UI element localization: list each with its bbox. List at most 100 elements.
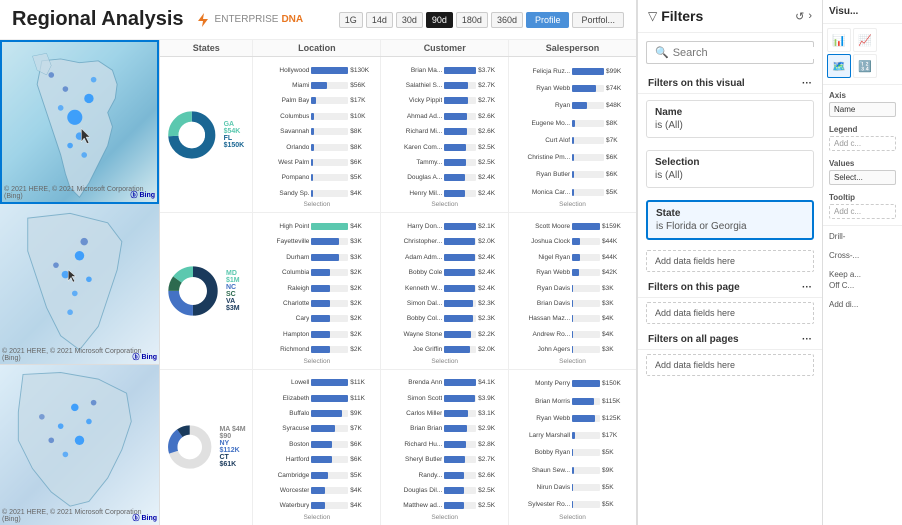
bing-logo-2: ⓑ Bing bbox=[133, 352, 158, 362]
time-btn-14d[interactable]: 14d bbox=[366, 12, 393, 28]
bing-logo-3: ⓑ Bing bbox=[133, 513, 158, 523]
legend-label: Legend bbox=[829, 125, 896, 134]
filters-on-page-title: Filters on this page ··· bbox=[638, 276, 822, 298]
legend-field[interactable]: Add c... bbox=[829, 136, 896, 151]
visual-panel-header: Visu... bbox=[823, 0, 902, 24]
florida-map-svg bbox=[2, 42, 157, 202]
dna-label: DNA bbox=[281, 14, 303, 25]
lightning-icon bbox=[194, 11, 212, 29]
states-chart-2: MD $1M NC SC VA $3M bbox=[160, 213, 253, 368]
visual-legend-section: Legend Add c... bbox=[823, 121, 902, 155]
view-btn-profile[interactable]: Profile bbox=[526, 12, 570, 28]
filters-visual-menu[interactable]: ··· bbox=[802, 78, 812, 89]
donut-legend-3: MA $4M $90 NY $112K CT $61K bbox=[219, 426, 246, 468]
tooltip-label: Tooltip bbox=[829, 193, 896, 202]
filters-panel: ▽ Filters ↺ › 🔍 Filters on this visual ·… bbox=[637, 0, 822, 525]
time-btn-90d[interactable]: 90d bbox=[426, 12, 453, 28]
map-panel-newengland[interactable]: © 2021 HERE, © 2021 Microsoft Corporatio… bbox=[0, 365, 159, 525]
time-btn-180d[interactable]: 180d bbox=[456, 12, 488, 28]
filter-selection-title: Selection bbox=[655, 157, 805, 168]
tooltip-field[interactable]: Add c... bbox=[829, 204, 896, 219]
location-chart-3: Lowell$11K Elizabeth$11K Buffalo$9K Syra… bbox=[253, 370, 381, 525]
values-label: Values bbox=[829, 159, 896, 168]
visual-add-section: Add di... bbox=[823, 296, 902, 313]
clear-filters-button[interactable]: ↺ bbox=[795, 10, 804, 23]
axis-label: Axis bbox=[829, 91, 896, 100]
filter-name-value: is (All) bbox=[655, 120, 805, 131]
add-all-pages-fields-button[interactable]: Add data fields here bbox=[646, 354, 814, 376]
filters-header: ▽ Filters ↺ › bbox=[638, 0, 822, 33]
customer-chart-2: Harry Don...$2.1K Christopher...$2.0K Ad… bbox=[381, 213, 509, 368]
add-page-fields-button[interactable]: Add data fields here bbox=[646, 302, 814, 324]
filters-title: Filters bbox=[661, 8, 791, 24]
add-di-label: Add di... bbox=[829, 300, 896, 309]
filter-name-title: Name bbox=[655, 107, 805, 118]
map-panel-florida[interactable]: © 2021 HERE, © 2021 Microsoft Corporatio… bbox=[0, 40, 159, 204]
time-btn-1g[interactable]: 1G bbox=[339, 12, 363, 28]
filter-selection-card[interactable]: Selection is (All) bbox=[646, 150, 814, 188]
off-c-label: Off C... bbox=[829, 281, 896, 290]
report-header: Regional Analysis ENTERPRISE DNA 1G 14d … bbox=[0, 0, 636, 40]
keep-label: Keep a... bbox=[829, 270, 896, 279]
col-header-states: States bbox=[160, 40, 253, 56]
visual-axis-section: Axis Name bbox=[823, 87, 902, 121]
time-btn-30d[interactable]: 30d bbox=[396, 12, 423, 28]
visual-icons-grid: 📊 📈 🗺️ 🔢 bbox=[823, 24, 902, 82]
report-body: © 2021 HERE, © 2021 Microsoft Corporatio… bbox=[0, 40, 636, 525]
col-header-customer: Customer bbox=[381, 40, 509, 56]
salesperson-chart-2: Scott Moore$159K Joshua Clock$44K Nigel … bbox=[509, 213, 636, 368]
states-chart-3: MA $4M $90 NY $112K CT $61K bbox=[160, 370, 253, 525]
view-btn-portfolio[interactable]: Portfol... bbox=[572, 12, 624, 28]
filter-name-card[interactable]: Name is (All) bbox=[646, 100, 814, 138]
map-panel-midatlantic[interactable]: © 2021 HERE, © 2021 Microsoft Corporatio… bbox=[0, 204, 159, 365]
states-chart-1: GA $54K FL $150K bbox=[160, 57, 253, 212]
cross-filter-label: Cross-... bbox=[829, 251, 896, 260]
customer-chart-1: Brian Ma...$3.7K Salathiel S...$2.7K Vic… bbox=[381, 57, 509, 212]
enterprise-logo: ENTERPRISE DNA bbox=[194, 11, 304, 29]
filter-icon: ▽ bbox=[648, 9, 657, 23]
salesperson-chart-1: Felicja Ruz...$99K Ryan Webb$74K Ryan$48… bbox=[509, 57, 636, 212]
visual-keep-section: Keep a... Off C... bbox=[823, 266, 902, 296]
visual-values-section: Values Select... bbox=[823, 155, 902, 189]
donut-svg-1 bbox=[166, 100, 218, 170]
search-icon: 🔍 bbox=[655, 46, 669, 59]
donut-legend-1: GA $54K FL $150K bbox=[224, 121, 247, 149]
filter-state-title: State bbox=[656, 208, 804, 219]
visual-cross-filter-section: Cross-... bbox=[823, 247, 902, 266]
filters-all-pages-menu[interactable]: ··· bbox=[802, 334, 812, 345]
time-filters: 1G 14d 30d 90d 180d 360d Profile Portfol… bbox=[339, 12, 624, 28]
filter-state-card[interactable]: State is Florida or Georgia bbox=[646, 200, 814, 240]
donut-legend-2: MD $1M NC SC VA $3M bbox=[226, 270, 246, 312]
main-content: Regional Analysis ENTERPRISE DNA 1G 14d … bbox=[0, 0, 637, 525]
filters-actions: ↺ › bbox=[795, 10, 812, 23]
vis-icon-3[interactable]: 🗺️ bbox=[827, 54, 851, 78]
data-row-1: GA $54K FL $150K Hollywood $130K bbox=[160, 57, 636, 213]
col-header-location: Location bbox=[253, 40, 381, 56]
values-field[interactable]: Select... bbox=[829, 170, 896, 185]
collapse-filters-button[interactable]: › bbox=[808, 10, 812, 23]
customer-chart-3: Brenda Ann$4.1K Simon Scott$3.9K Carlos … bbox=[381, 370, 509, 525]
vis-icon-1[interactable]: 📊 bbox=[827, 28, 851, 52]
filters-page-menu[interactable]: ··· bbox=[802, 282, 812, 293]
drill-label: Drill- bbox=[829, 232, 896, 241]
bing-logo-1: ⓑ Bing bbox=[131, 190, 156, 200]
vis-icon-4[interactable]: 🔢 bbox=[853, 54, 877, 78]
location-chart-2: High Point$4K Fayetteville$3K Durham$3K … bbox=[253, 213, 381, 368]
axis-field[interactable]: Name bbox=[829, 102, 896, 117]
vis-icon-2[interactable]: 📈 bbox=[853, 28, 877, 52]
salesperson-chart-3: Monty Perry$150K Brian Morris$115K Ryan … bbox=[509, 370, 636, 525]
data-column: States Location Customer Salesperson bbox=[160, 40, 636, 525]
map-column: © 2021 HERE, © 2021 Microsoft Corporatio… bbox=[0, 40, 160, 525]
donut-svg-3 bbox=[166, 412, 213, 482]
filters-on-all-pages-title: Filters on all pages ··· bbox=[638, 328, 822, 350]
visual-tooltip-section: Tooltip Add c... bbox=[823, 189, 902, 223]
col-header-salesperson: Salesperson bbox=[509, 40, 636, 56]
search-input[interactable] bbox=[673, 47, 815, 59]
add-visual-fields-button[interactable]: Add data fields here bbox=[646, 250, 814, 272]
midatlantic-map-svg bbox=[0, 204, 159, 364]
time-btn-360d[interactable]: 360d bbox=[491, 12, 523, 28]
enterprise-label: ENTERPRISE bbox=[215, 14, 279, 25]
filter-selection-value: is (All) bbox=[655, 170, 805, 181]
filter-state-value: is Florida or Georgia bbox=[656, 221, 804, 232]
visual-drill-section: Drill- bbox=[823, 228, 902, 247]
